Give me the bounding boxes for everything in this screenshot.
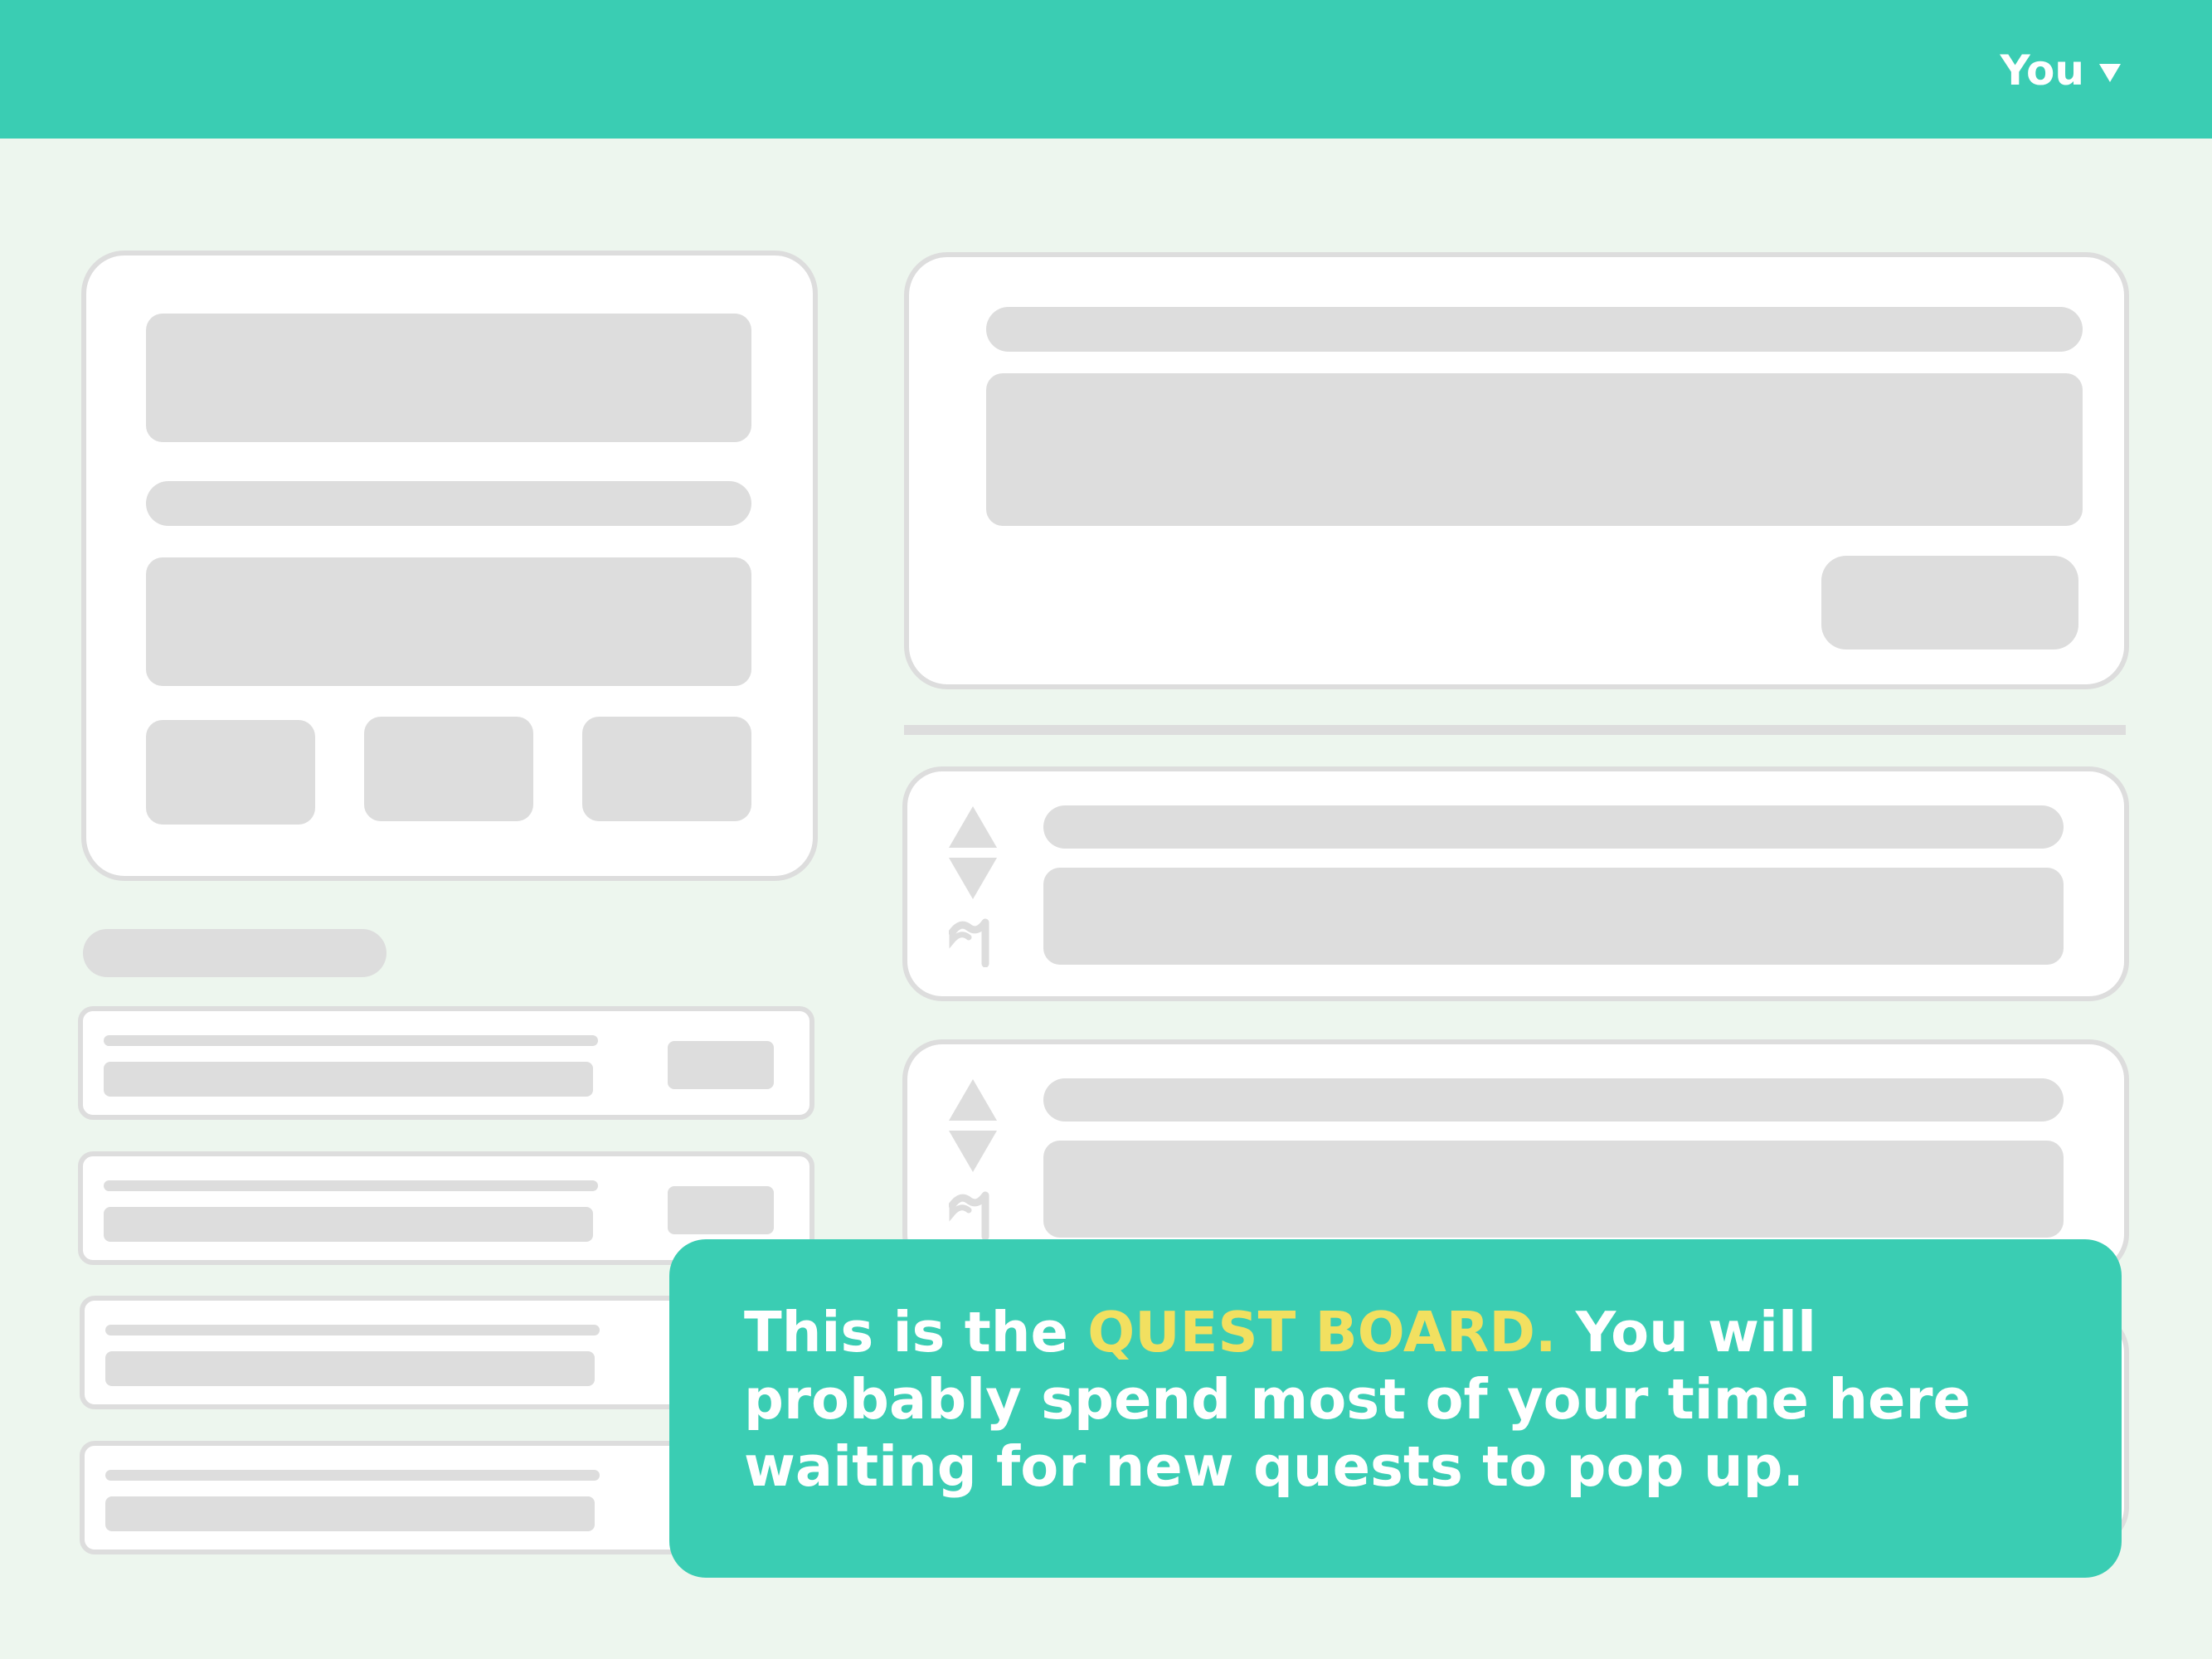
placeholder-line xyxy=(105,1496,595,1531)
downvote-triangle-icon[interactable] xyxy=(949,858,997,899)
chevron-down-icon xyxy=(2099,64,2121,82)
flag-icon[interactable] xyxy=(949,916,990,967)
quest-post xyxy=(902,766,2129,1001)
tooltip-text-before: This is the xyxy=(744,1300,1088,1365)
flag-icon[interactable] xyxy=(949,1189,990,1240)
upvote-triangle-icon[interactable] xyxy=(949,1079,997,1121)
placeholder-submit-button[interactable] xyxy=(1821,556,2078,649)
placeholder-line xyxy=(146,481,751,526)
new-quest-composer xyxy=(904,252,2129,689)
placeholder-line xyxy=(105,1351,595,1386)
placeholder-line xyxy=(1043,1078,2064,1121)
placeholder-block[interactable] xyxy=(986,373,2083,526)
onboarding-tooltip: This is the QUEST BOARD. You will probab… xyxy=(669,1239,2122,1578)
placeholder-line xyxy=(105,1325,600,1335)
placeholder-line xyxy=(104,1035,598,1046)
placeholder-button[interactable] xyxy=(668,1186,774,1234)
profile-panel xyxy=(81,251,818,881)
placeholder-line xyxy=(105,1470,600,1481)
top-navigation-bar: You xyxy=(0,0,2212,139)
placeholder-block xyxy=(1043,1141,2064,1238)
section-divider xyxy=(904,725,2126,735)
list-item[interactable] xyxy=(78,1006,814,1120)
placeholder-line xyxy=(104,1180,598,1191)
placeholder-button[interactable] xyxy=(668,1041,774,1089)
placeholder-button[interactable] xyxy=(364,717,533,821)
placeholder-line xyxy=(104,1207,593,1242)
downvote-triangle-icon[interactable] xyxy=(949,1131,997,1172)
placeholder-line xyxy=(104,1062,593,1097)
user-menu-label: You xyxy=(2000,46,2084,95)
user-menu[interactable]: You xyxy=(2000,46,2121,95)
placeholder-button[interactable] xyxy=(582,717,751,821)
tooltip-highlight: QUEST BOARD. xyxy=(1087,1300,1557,1365)
placeholder-block xyxy=(1043,868,2064,965)
placeholder-block xyxy=(146,314,751,442)
tooltip-text: This is the QUEST BOARD. You will probab… xyxy=(744,1299,2055,1501)
placeholder-line[interactable] xyxy=(986,307,2083,352)
placeholder-button[interactable] xyxy=(146,720,315,825)
section-heading-placeholder xyxy=(83,929,386,977)
upvote-triangle-icon[interactable] xyxy=(949,806,997,848)
placeholder-line xyxy=(1043,805,2064,849)
placeholder-block xyxy=(146,557,751,686)
